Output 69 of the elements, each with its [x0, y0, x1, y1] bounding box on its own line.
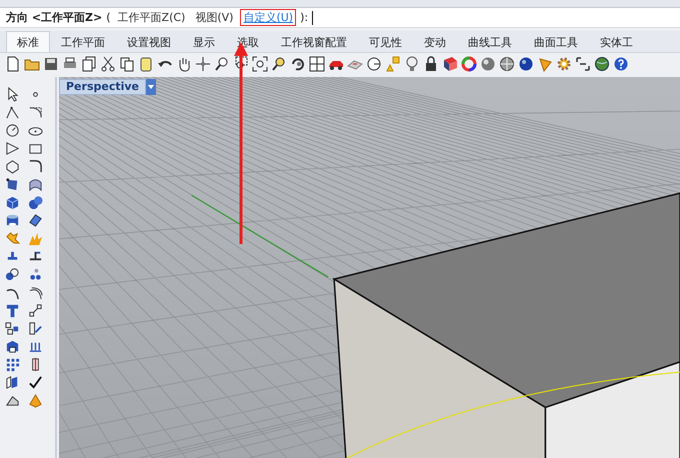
spheres-icon[interactable]	[28, 195, 43, 210]
scissors-icon[interactable]	[100, 56, 116, 72]
command-option[interactable]: 工作平面Z(C)	[114, 9, 188, 26]
boolean-icon[interactable]	[5, 267, 20, 282]
surface-points-icon[interactable]	[5, 177, 20, 192]
help-icon[interactable]	[613, 56, 629, 72]
dropdown-caret-icon[interactable]	[146, 79, 156, 95]
polygon-icon[interactable]	[5, 159, 20, 174]
toolbar-tab[interactable]: 设置视图	[116, 31, 182, 52]
command-prompt: 方向 <工作平面Z>	[6, 10, 102, 25]
check-icon[interactable]	[28, 375, 43, 390]
triangle-curve-icon[interactable]	[5, 141, 20, 156]
command-option[interactable]: 视图(V)	[192, 9, 236, 26]
color-wheel-icon[interactable]	[461, 56, 477, 72]
gear-icon[interactable]	[556, 56, 572, 72]
rotate-view-icon[interactable]	[290, 56, 306, 72]
toolbar-tab[interactable]: 变动	[413, 31, 457, 52]
panels-icon[interactable]	[5, 375, 20, 390]
offset-curve-icon[interactable]	[28, 285, 43, 300]
command-option-link[interactable]: 自定义(U)	[240, 9, 296, 26]
explode-icon[interactable]	[5, 231, 20, 246]
layout-icon[interactable]	[28, 321, 43, 336]
perspective-viewport[interactable]: Perspective	[59, 77, 680, 458]
command-paren: ):	[300, 11, 308, 24]
four-viewports-icon[interactable]	[309, 56, 325, 72]
toolbar-tab[interactable]: 可见性	[358, 31, 413, 52]
toolbar-tab[interactable]: 工作视窗配置	[270, 31, 358, 52]
move-arrows-icon[interactable]	[195, 56, 211, 72]
sphere-icon[interactable]	[499, 56, 515, 72]
zoom-icon[interactable]	[214, 56, 230, 72]
cylinder-icon[interactable]	[5, 213, 20, 228]
surface-icon[interactable]	[28, 177, 43, 192]
copy-icon[interactable]	[119, 56, 135, 72]
fillet-curve-icon[interactable]	[28, 159, 43, 174]
cube-icon[interactable]	[5, 195, 20, 210]
polyline-icon[interactable]	[5, 105, 20, 120]
mesh-icon[interactable]	[28, 213, 43, 228]
box-icon[interactable]	[5, 339, 20, 354]
clipboard-icon[interactable]	[138, 56, 154, 72]
cone-icon[interactable]	[537, 56, 553, 72]
zoom-extents-icon[interactable]	[252, 56, 268, 72]
pages-icon[interactable]	[81, 56, 97, 72]
scale-points-icon[interactable]	[28, 303, 43, 318]
circle-icon[interactable]	[5, 123, 20, 138]
brackets-icon[interactable]	[575, 56, 591, 72]
toolbar-tab[interactable]: 曲线工具	[457, 31, 523, 52]
grid-array-icon[interactable]	[5, 357, 20, 372]
array-squares-icon[interactable]	[5, 321, 20, 336]
text-object-icon[interactable]	[5, 303, 20, 318]
globe-icon[interactable]	[594, 56, 610, 72]
toolbar-tab[interactable]: 标准	[6, 31, 50, 52]
zoom-selected-icon[interactable]	[271, 56, 287, 72]
shaded-box-icon[interactable]	[442, 56, 458, 72]
lock-icon[interactable]	[423, 56, 439, 72]
glossy-sphere-icon[interactable]	[518, 56, 534, 72]
viewport-title-tab[interactable]: Perspective	[59, 79, 146, 95]
light-bulb-icon[interactable]	[404, 56, 420, 72]
toolbar-tab[interactable]: 工作平面	[50, 31, 116, 52]
pyramid-icon[interactable]	[28, 393, 43, 408]
command-paren: (	[106, 11, 111, 24]
toolbar-tab[interactable]: 曲面工具	[523, 31, 589, 52]
circle-point-icon[interactable]	[366, 56, 382, 72]
toolbar-tab[interactable]: 显示	[182, 31, 226, 52]
dots-icon[interactable]	[28, 267, 43, 282]
toolbar-tab[interactable]: 实体工	[589, 31, 644, 52]
new-document-icon[interactable]	[5, 56, 21, 72]
sphere-icon[interactable]	[480, 56, 496, 72]
text-cursor	[312, 10, 314, 24]
control-curve-icon[interactable]	[28, 105, 43, 120]
